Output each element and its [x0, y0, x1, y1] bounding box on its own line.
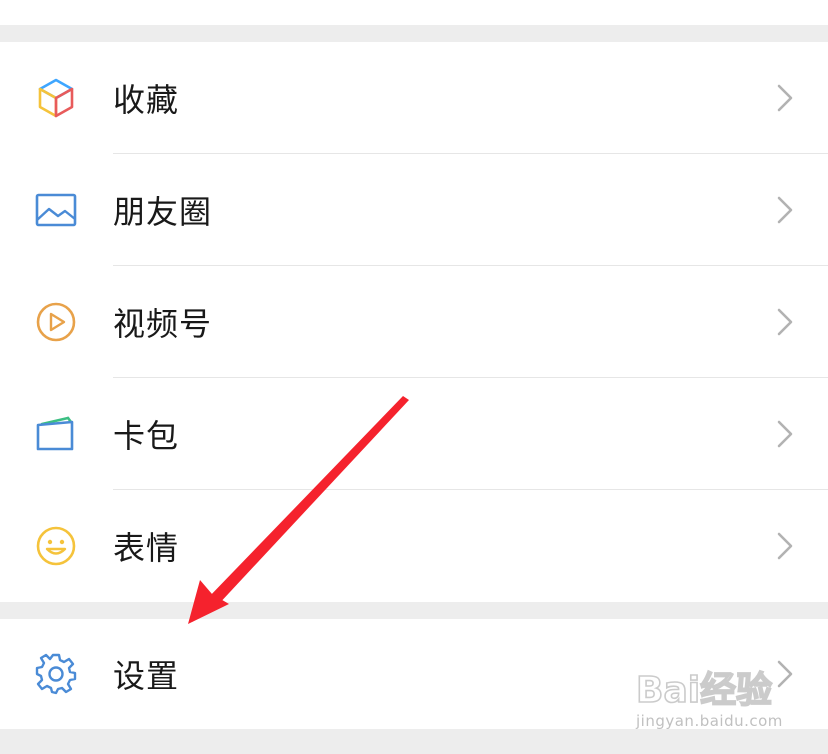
favorites-cube-icon	[34, 76, 78, 120]
menu-item-label: 朋友圈	[113, 193, 213, 231]
chevron-right-icon	[776, 307, 794, 337]
gear-icon	[34, 652, 78, 696]
menu-item-label: 表情	[113, 529, 180, 567]
menu-item-label: 设置	[113, 657, 180, 695]
menu-group-settings: 设置	[0, 619, 828, 729]
menu-item-channels[interactable]: 视频号	[0, 266, 828, 378]
channels-play-icon	[34, 300, 78, 344]
menu-group-main: 收藏 朋友圈 视频号 卡包 表情	[0, 42, 828, 602]
chevron-right-icon	[776, 83, 794, 113]
menu-item-moments[interactable]: 朋友圈	[0, 154, 828, 266]
menu-item-label: 卡包	[113, 417, 180, 455]
menu-item-stickers[interactable]: 表情	[0, 490, 828, 602]
moments-picture-icon	[34, 188, 78, 232]
menu-item-settings[interactable]: 设置	[0, 619, 828, 729]
chevron-right-icon	[776, 531, 794, 561]
chevron-right-icon	[776, 195, 794, 225]
chevron-right-icon	[776, 659, 794, 689]
card-wallet-icon	[34, 412, 78, 456]
menu-item-card-wallet[interactable]: 卡包	[0, 378, 828, 490]
chevron-right-icon	[776, 419, 794, 449]
menu-item-favorites[interactable]: 收藏	[0, 42, 828, 154]
sticker-smile-icon	[34, 524, 78, 568]
top-section-bottom-edge	[0, 0, 828, 25]
menu-item-label: 收藏	[113, 81, 180, 119]
menu-item-label: 视频号	[113, 305, 213, 343]
